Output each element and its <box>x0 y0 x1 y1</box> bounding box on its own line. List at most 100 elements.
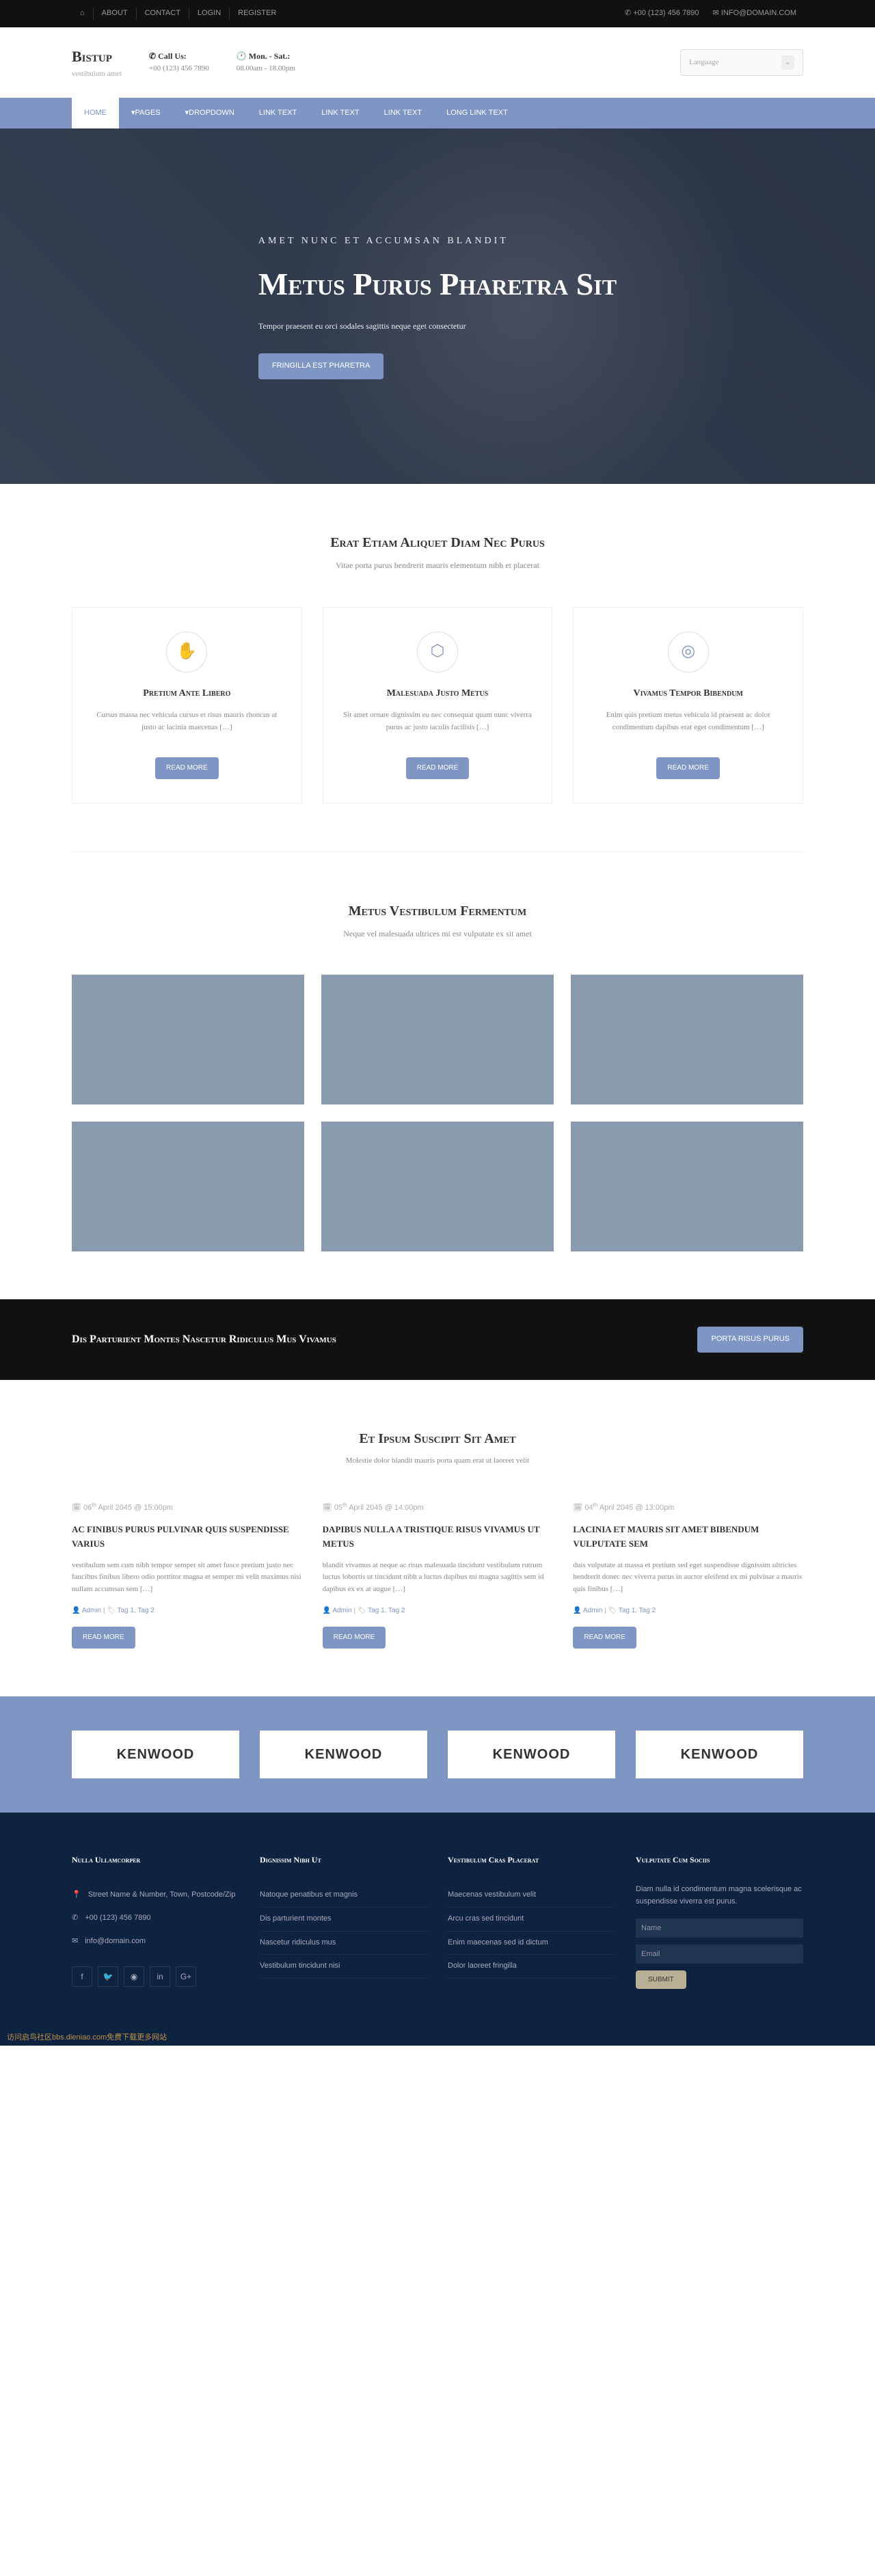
calendar-icon: 🗓 <box>323 1504 334 1512</box>
phone-icon: ✆ <box>72 1912 78 1925</box>
nav-pages[interactable]: ▾PAGES <box>119 98 173 129</box>
post-tags[interactable]: Tag 1, Tag 2 <box>118 1607 154 1614</box>
post-tags[interactable]: Tag 1, Tag 2 <box>619 1607 656 1614</box>
gallery-image[interactable] <box>571 975 803 1104</box>
gallery-image[interactable] <box>321 1122 554 1251</box>
topbar-register[interactable]: REGISTER <box>230 8 284 20</box>
intro-section: Erat Etiam Aliquet Diam Nec Purus Vitae … <box>0 484 875 852</box>
read-more-button[interactable]: READ MORE <box>573 1627 636 1649</box>
dribbble-icon[interactable]: ◉ <box>124 1966 144 1987</box>
name-input[interactable] <box>636 1919 803 1938</box>
footer-heading: Nulla Ullamcorper <box>72 1854 239 1867</box>
read-more-button[interactable]: READ MORE <box>155 757 219 779</box>
client-logo[interactable]: KENWOOD <box>72 1731 239 1778</box>
home-icon[interactable]: ⌂ <box>72 8 94 20</box>
submit-button[interactable]: SUBMIT <box>636 1970 686 1989</box>
user-icon: 👤 <box>323 1607 333 1614</box>
twitter-icon[interactable]: 🐦 <box>98 1966 118 1987</box>
gallery-image[interactable] <box>571 1122 803 1251</box>
post-author[interactable]: Admin <box>82 1607 101 1614</box>
read-more-button[interactable]: READ MORE <box>323 1627 386 1649</box>
facebook-icon[interactable]: f <box>72 1966 92 1987</box>
mail-icon: ✉ <box>72 1936 78 1948</box>
nav-link-4[interactable]: LONG LINK TEXT <box>434 98 520 129</box>
post-title[interactable]: Lacinia Et Mauris Sit Amet Bibendum Vulp… <box>573 1523 803 1551</box>
blog-sub: Molestie dolor blandit mauris porta quam… <box>72 1455 803 1467</box>
logo[interactable]: Bistup vestibulum amet <box>72 44 122 81</box>
logo-title: Bistup <box>72 44 122 68</box>
topbar-phone[interactable]: ✆ +00 (123) 456 7890 <box>618 8 706 20</box>
footer-link[interactable]: Enim maecenas sed id dictum <box>448 1931 615 1955</box>
footer-links-2: Vestibulum Cras Placerat Maecenas vestib… <box>448 1854 615 1988</box>
nav-home[interactable]: HOME <box>72 98 119 129</box>
footer-phone[interactable]: ✆+00 (123) 456 7890 <box>72 1907 239 1930</box>
topbar: ⌂ ABOUT CONTACT LOGIN REGISTER ✆ +00 (12… <box>0 0 875 27</box>
blog-section: Et Ipsum Suscipit Sit Amet Molestie dolo… <box>0 1380 875 1697</box>
gallery-image[interactable] <box>72 1122 304 1251</box>
header-call: ✆ Call Us: +00 (123) 456 7890 <box>149 50 209 75</box>
nav-link-1[interactable]: LINK TEXT <box>247 98 309 129</box>
footer-contact: Nulla Ullamcorper 📍Street Name & Number,… <box>72 1854 239 1988</box>
language-select[interactable]: Language ⌄ <box>680 49 803 77</box>
post-author[interactable]: Admin <box>583 1607 602 1614</box>
nav-link-2[interactable]: LINK TEXT <box>309 98 371 129</box>
footer-link[interactable]: Dis parturient montes <box>260 1908 427 1931</box>
phone-icon: ✆ <box>149 51 158 61</box>
nav-link-3[interactable]: LINK TEXT <box>372 98 434 129</box>
card-text: Sit amet ornare dignissim eu nec consequ… <box>340 709 535 744</box>
footer-link[interactable]: Natoque penatibus et magnis <box>260 1884 427 1908</box>
hand-icon: ✋ <box>166 632 207 673</box>
gallery-image[interactable] <box>321 975 554 1104</box>
header: Bistup vestibulum amet ✆ Call Us: +00 (1… <box>0 27 875 98</box>
read-more-button[interactable]: READ MORE <box>406 757 470 779</box>
post-title[interactable]: Dapibus Nulla A Tristique Risus Vivamus … <box>323 1523 553 1551</box>
read-more-button[interactable]: READ MORE <box>72 1627 135 1649</box>
footer-link[interactable]: Maecenas vestibulum velit <box>448 1884 615 1908</box>
read-more-button[interactable]: READ MORE <box>656 757 720 779</box>
post-excerpt: vestibulum sem cum nibh tempor semper si… <box>72 1560 302 1596</box>
footer-link[interactable]: Vestibulum tincidunt nisi <box>260 1955 427 1979</box>
post-author[interactable]: Admin <box>332 1607 351 1614</box>
topbar-left: ⌂ ABOUT CONTACT LOGIN REGISTER <box>72 8 284 20</box>
client-logo[interactable]: KENWOOD <box>636 1731 803 1778</box>
post-tags[interactable]: Tag 1, Tag 2 <box>368 1607 405 1614</box>
client-logo[interactable]: KENWOOD <box>260 1731 427 1778</box>
google-icon[interactable]: G+ <box>176 1966 196 1987</box>
post-date: 🗓 05th April 2045 @ 14:00pm <box>323 1504 424 1512</box>
post-title[interactable]: Ac Finibus Purus Pulvinar Quis Suspendis… <box>72 1523 302 1551</box>
gallery-section: Metus Vestibulum Fermentum Neque vel mal… <box>0 852 875 1299</box>
card-title: Malesuada Justo Metus <box>340 686 535 701</box>
gallery-image[interactable] <box>72 975 304 1104</box>
cta-title: Dis Parturient Montes Nascetur Ridiculus… <box>72 1331 336 1348</box>
feature-card: ⬡ Malesuada Justo Metus Sit amet ornare … <box>323 607 553 804</box>
phone-icon: ✆ <box>625 9 633 17</box>
footer-link[interactable]: Dolor laoreet fringilla <box>448 1955 615 1979</box>
email-input[interactable] <box>636 1944 803 1964</box>
post-meta: 👤 Admin | 🏷 Tag 1, Tag 2 <box>323 1605 553 1616</box>
linkedin-icon[interactable]: in <box>150 1966 170 1987</box>
post-date: 🗓 06th April 2045 @ 15:00pm <box>72 1504 173 1512</box>
gallery-sub: Neque vel malesuada ultrices mi est vulp… <box>72 927 803 940</box>
cta-button[interactable]: PORTA RISUS PURUS <box>697 1327 803 1353</box>
social-links: f 🐦 ◉ in G+ <box>72 1966 239 1987</box>
topbar-about[interactable]: ABOUT <box>94 8 137 20</box>
topbar-login[interactable]: LOGIN <box>189 8 230 20</box>
topbar-contact[interactable]: CONTACT <box>137 8 189 20</box>
footer-email[interactable]: ✉info@domain.com <box>72 1930 239 1953</box>
box-icon: ⬡ <box>417 632 458 673</box>
client-logo[interactable]: KENWOOD <box>448 1731 615 1778</box>
calendar-icon: 🗓 <box>72 1504 83 1512</box>
tag-icon: 🏷 <box>608 1607 619 1614</box>
card-title: Vivamus Tempor Bibendum <box>591 686 785 701</box>
hero-cta-button[interactable]: FRINGILLA EST PHARETRA <box>258 353 383 379</box>
footer-link[interactable]: Nascetur ridiculus mus <box>260 1931 427 1955</box>
topbar-email[interactable]: ✉ INFO@DOMAIN.COM <box>706 8 803 20</box>
nav-dropdown[interactable]: ▾DROPDOWN <box>173 98 247 129</box>
footer-link[interactable]: Arcu cras sed tincidunt <box>448 1908 615 1931</box>
footer-heading: Vulputate Cum Sociis <box>636 1854 803 1867</box>
blog-post: 🗓 05th April 2045 @ 14:00pm Dapibus Null… <box>323 1501 553 1649</box>
newsletter-text: Diam nulla id condimentum magna sceleris… <box>636 1884 803 1908</box>
intro-sub: Vitae porta purus hendrerit mauris eleme… <box>72 559 803 572</box>
card-text: Enim quis pretium metus vehicula id prae… <box>591 709 785 744</box>
mail-icon: ✉ <box>713 9 721 17</box>
